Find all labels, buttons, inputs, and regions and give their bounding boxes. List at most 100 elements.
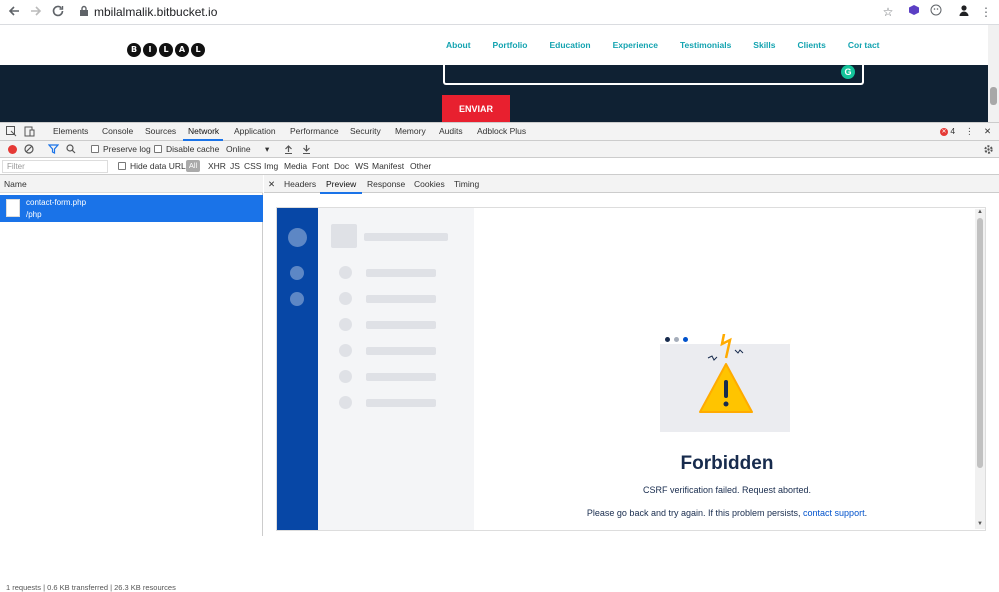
- preview-scrollbar-thumb[interactable]: [977, 218, 983, 468]
- rail-placeholder-icon: [288, 228, 307, 247]
- advice-text: Please go back and try again. If this pr…: [586, 508, 801, 518]
- clear-icon[interactable]: [24, 144, 34, 156]
- tab-console[interactable]: Console: [102, 126, 133, 136]
- devtools-panel: Elements Console Sources Network Applica…: [0, 122, 999, 592]
- filter-type-font[interactable]: Font: [312, 161, 329, 171]
- site-logo[interactable]: B I L A L: [127, 43, 205, 57]
- more-options-icon[interactable]: ⋮: [965, 126, 974, 137]
- skeleton-bar: [366, 269, 436, 277]
- tab-headers[interactable]: Headers: [284, 179, 316, 189]
- tab-memory[interactable]: Memory: [395, 126, 426, 136]
- filter-type-js[interactable]: JS: [230, 161, 240, 171]
- tab-audits[interactable]: Audits: [439, 126, 463, 136]
- filter-type-manifest[interactable]: Manifest: [372, 161, 404, 171]
- warning-triangle-icon: [699, 334, 753, 413]
- scroll-up-icon[interactable]: ▲: [977, 209, 983, 215]
- disable-cache-checkbox[interactable]: Disable cache: [154, 144, 219, 154]
- submit-button[interactable]: ENVIAR: [442, 95, 510, 122]
- more-menu-icon[interactable]: ⋮: [978, 4, 994, 20]
- address-bar[interactable]: mbilalmalik.bitbucket.io: [94, 5, 217, 19]
- filter-type-xhr[interactable]: XHR: [208, 161, 226, 171]
- logo-letter: L: [159, 43, 173, 57]
- tab-elements[interactable]: Elements: [53, 126, 88, 136]
- filter-input[interactable]: Filter: [2, 160, 108, 173]
- column-header-name[interactable]: Name: [0, 175, 263, 193]
- filter-type-media[interactable]: Media: [284, 161, 307, 171]
- throttling-select[interactable]: Online ▾: [226, 144, 269, 155]
- logo-letter: I: [143, 43, 157, 57]
- grammarly-icon[interactable]: G: [841, 65, 855, 79]
- filter-type-img[interactable]: Img: [264, 161, 278, 171]
- request-row[interactable]: contact-form.php /php: [0, 195, 263, 222]
- skeleton-circle: [339, 344, 352, 357]
- skeleton-circle: [339, 318, 352, 331]
- lock-icon[interactable]: [76, 4, 92, 20]
- extension-face-icon[interactable]: [928, 4, 944, 20]
- checkbox-box[interactable]: [118, 162, 126, 170]
- tab-cookies[interactable]: Cookies: [414, 179, 445, 189]
- response-preview: Forbidden CSRF verification failed. Requ…: [276, 207, 986, 531]
- preview-scrollbar[interactable]: ▲ ▼: [975, 209, 985, 529]
- scroll-down-icon[interactable]: ▼: [977, 521, 983, 527]
- logo-letter: L: [191, 43, 205, 57]
- filter-type-other[interactable]: Other: [410, 161, 431, 171]
- hide-data-urls-label: Hide data URLs: [130, 161, 191, 171]
- request-path: /php: [26, 210, 42, 219]
- error-count-badge[interactable]: ✕ 4: [940, 126, 955, 136]
- inspect-element-icon[interactable]: [6, 126, 17, 139]
- web-page: B I L A L About Portfolio Education Expe…: [0, 25, 999, 122]
- network-filter-bar: Filter Hide data URLs All XHR JS CSS Img…: [0, 158, 999, 175]
- device-toolbar-icon[interactable]: [24, 126, 35, 139]
- skeleton-bar: [364, 233, 448, 241]
- preserve-log-checkbox[interactable]: Preserve log: [91, 144, 151, 154]
- logo-letter: A: [175, 43, 189, 57]
- reload-icon[interactable]: [50, 4, 66, 20]
- skeleton-bar: [366, 321, 436, 329]
- advice-end: .: [864, 508, 868, 518]
- filter-type-all[interactable]: All: [186, 160, 200, 172]
- close-devtools-icon[interactable]: ✕: [984, 126, 991, 137]
- logo-letter: B: [127, 43, 141, 57]
- checkbox-box[interactable]: [91, 145, 99, 153]
- export-har-icon[interactable]: [302, 144, 311, 156]
- page-scrollbar[interactable]: [988, 25, 999, 122]
- sidebar-rail: [277, 208, 318, 530]
- record-button[interactable]: [8, 145, 17, 154]
- message-textarea[interactable]: [443, 25, 864, 85]
- skeleton-nav: [318, 208, 474, 530]
- skeleton-bar: [366, 295, 436, 303]
- back-icon[interactable]: [6, 4, 22, 20]
- disable-cache-label: Disable cache: [166, 144, 220, 154]
- network-settings-gear-icon[interactable]: [983, 144, 994, 157]
- forward-icon[interactable]: [28, 4, 44, 20]
- tab-response[interactable]: Response: [367, 179, 405, 189]
- contact-support-link[interactable]: contact support: [803, 508, 865, 518]
- filter-type-doc[interactable]: Doc: [334, 161, 349, 171]
- tab-performance[interactable]: Performance: [290, 126, 339, 136]
- error-message: CSRF verification failed. Request aborte…: [642, 485, 812, 495]
- tab-network[interactable]: Network: [188, 126, 219, 136]
- tab-timing[interactable]: Timing: [454, 179, 479, 189]
- search-icon[interactable]: [66, 144, 76, 156]
- filter-type-css[interactable]: CSS: [244, 161, 261, 171]
- profile-avatar-icon[interactable]: [956, 4, 972, 20]
- hide-data-urls-checkbox[interactable]: Hide data URLs: [118, 161, 190, 171]
- star-icon[interactable]: ☆: [880, 4, 896, 20]
- close-detail-icon[interactable]: ✕: [268, 179, 275, 190]
- skeleton-circle: [339, 370, 352, 383]
- tab-application[interactable]: Application: [234, 126, 276, 136]
- error-title: Forbidden: [680, 453, 774, 474]
- rail-placeholder-icon: [290, 292, 304, 306]
- checkbox-box[interactable]: [154, 145, 162, 153]
- tab-security[interactable]: Security: [350, 126, 381, 136]
- request-name: contact-form.php: [26, 198, 87, 207]
- filter-type-ws[interactable]: WS: [355, 161, 369, 171]
- tab-sources[interactable]: Sources: [145, 126, 176, 136]
- tab-adblock-plus[interactable]: Adblock Plus: [477, 126, 526, 136]
- extension-cube-icon[interactable]: [906, 4, 922, 20]
- skeleton-circle: [339, 396, 352, 409]
- tab-preview[interactable]: Preview: [326, 179, 356, 189]
- import-har-icon[interactable]: [284, 144, 293, 156]
- filter-funnel-icon[interactable]: [47, 144, 60, 156]
- page-scrollbar-thumb[interactable]: [990, 87, 997, 105]
